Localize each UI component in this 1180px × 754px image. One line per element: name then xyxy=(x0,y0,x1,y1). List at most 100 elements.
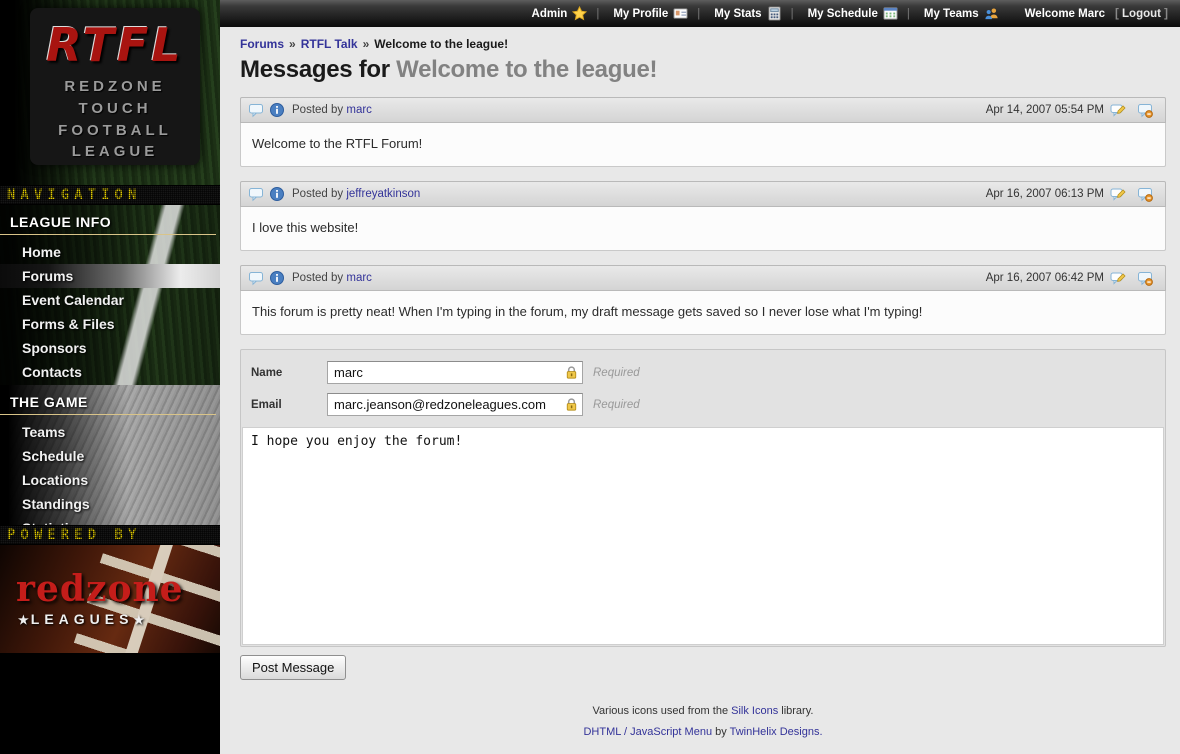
message-date: Apr 16, 2007 06:42 PM xyxy=(986,272,1104,284)
logo-acronym: RTFL xyxy=(30,22,200,68)
message-post: Posted by marc Apr 16, 2007 06:42 PM Thi… xyxy=(240,265,1166,335)
breadcrumb-link-rtfl-talk[interactable]: RTFL Talk xyxy=(301,37,358,51)
message-header: Posted by jeffreyatkinson Apr 16, 2007 0… xyxy=(240,181,1166,207)
league-logo: RTFL REDZONE TOUCH FOOTBALL LEAGUE xyxy=(30,8,200,165)
posted-by-label: Posted by xyxy=(292,272,343,284)
comment-edit-icon[interactable] xyxy=(1110,186,1126,202)
sidebar-item-forums[interactable]: Forums xyxy=(0,264,220,288)
group-icon xyxy=(984,6,999,21)
sidebar-section-the-game: THE GAME Teams Schedule Locations Standi… xyxy=(0,385,220,525)
message-date-group: Apr 16, 2007 06:42 PM xyxy=(986,270,1158,286)
message-post: Posted by jeffreyatkinson Apr 16, 2007 0… xyxy=(240,181,1166,251)
main-area: Admin My Profile My Stats My Schedule My… xyxy=(220,0,1180,754)
message-body: I love this website! xyxy=(240,207,1166,251)
comment-icon xyxy=(248,270,264,286)
footer-text: by xyxy=(712,726,730,738)
comment-delete-icon[interactable] xyxy=(1137,186,1153,202)
required-hint: Required xyxy=(593,367,640,379)
logo-line: LEAGUE xyxy=(30,141,200,163)
sidebar-item-standings[interactable]: Standings xyxy=(0,492,220,516)
page-title-prefix: Messages for xyxy=(240,56,396,83)
sidebar-item-home[interactable]: Home xyxy=(0,240,220,264)
comment-delete-icon[interactable] xyxy=(1137,102,1153,118)
required-hint: Required xyxy=(593,399,640,411)
breadcrumb-current: Welcome to the league! xyxy=(374,37,508,51)
sidebar-item-teams[interactable]: Teams xyxy=(0,420,220,444)
posted-by-label: Posted by xyxy=(292,188,343,200)
comment-delete-icon[interactable] xyxy=(1137,270,1153,286)
powered-by-logo-area: redzone ★LEAGUES★ xyxy=(0,545,220,653)
welcome-user-text: Welcome Marc xyxy=(1025,8,1105,20)
navigation-strip: NAVIGATION xyxy=(0,185,220,205)
sidebar-item-event-calendar[interactable]: Event Calendar xyxy=(0,288,220,312)
footer-text: Various icons used from the xyxy=(593,705,732,717)
page-title: Messages for Welcome to the league! xyxy=(240,56,1166,84)
topbar-item-admin[interactable]: Admin xyxy=(532,6,588,21)
posted-by: Posted by marc xyxy=(292,104,372,116)
sidebar-item-forms-files[interactable]: Forms & Files xyxy=(0,312,220,336)
info-icon xyxy=(269,102,285,118)
post-message-button[interactable]: Post Message xyxy=(240,655,346,680)
message-date: Apr 16, 2007 06:13 PM xyxy=(986,188,1104,200)
comment-edit-icon[interactable] xyxy=(1110,102,1126,118)
leagues-text: LEAGUES xyxy=(31,611,134,627)
redzone-leagues-logo: redzone xyxy=(16,571,184,607)
message-textarea[interactable]: I hope you enjoy the forum! xyxy=(242,427,1164,645)
sidebar-item-locations[interactable]: Locations xyxy=(0,468,220,492)
message-date-group: Apr 16, 2007 06:13 PM xyxy=(986,186,1158,202)
author-link[interactable]: marc xyxy=(346,272,372,284)
topbar-item-my-teams[interactable]: My Teams xyxy=(898,6,999,21)
star-icon xyxy=(572,6,587,21)
topbar: Admin My Profile My Stats My Schedule My… xyxy=(220,0,1180,27)
league-logo-area: RTFL REDZONE TOUCH FOOTBALL LEAGUE xyxy=(0,0,220,185)
message-header: Posted by marc Apr 16, 2007 06:42 PM xyxy=(240,265,1166,291)
message-body: Welcome to the RTFL Forum! xyxy=(240,123,1166,167)
redzone-leagues-sub: ★LEAGUES★ xyxy=(18,611,146,627)
my-stats-label: My Stats xyxy=(714,8,761,20)
posted-by: Posted by jeffreyatkinson xyxy=(292,188,420,200)
message-post: Posted by marc Apr 14, 2007 05:54 PM Wel… xyxy=(240,97,1166,167)
sidebar-item-schedule[interactable]: Schedule xyxy=(0,444,220,468)
posted-by-label: Posted by xyxy=(292,104,343,116)
author-link[interactable]: jeffreyatkinson xyxy=(346,188,420,200)
logo-line: FOOTBALL xyxy=(30,120,200,142)
sidebar-item-contacts[interactable]: Contacts xyxy=(0,360,220,384)
star-glyph: ★ xyxy=(18,613,31,627)
info-icon xyxy=(269,270,285,286)
silk-icons-link[interactable]: Silk Icons xyxy=(731,705,778,717)
name-label: Name xyxy=(251,367,327,379)
topbar-item-my-profile[interactable]: My Profile xyxy=(587,6,688,21)
posted-by: Posted by marc xyxy=(292,272,372,284)
comment-edit-icon[interactable] xyxy=(1110,270,1126,286)
my-profile-label: My Profile xyxy=(613,8,668,20)
email-label: Email xyxy=(251,399,327,411)
sidebar-item-sponsors[interactable]: Sponsors xyxy=(0,336,220,360)
message-header: Posted by marc Apr 14, 2007 05:54 PM xyxy=(240,97,1166,123)
author-link[interactable]: marc xyxy=(346,104,372,116)
email-input[interactable] xyxy=(327,393,583,416)
reply-form: Name Required Email Required I hop xyxy=(240,349,1166,647)
section-heading-the-game: THE GAME xyxy=(0,385,216,415)
my-teams-label: My Teams xyxy=(924,8,979,20)
twinhelix-link[interactable]: TwinHelix Designs. xyxy=(730,726,823,738)
sidebar-section-league-info: LEAGUE INFO Home Forums Event Calendar F… xyxy=(0,205,220,385)
name-input[interactable] xyxy=(327,361,583,384)
section-heading-league-info: LEAGUE INFO xyxy=(0,205,216,235)
dhtml-menu-link[interactable]: DHTML / JavaScript Menu xyxy=(583,726,712,738)
calendar-icon xyxy=(883,6,898,21)
calculator-icon xyxy=(767,6,782,21)
email-row: Email Required xyxy=(251,393,1155,416)
my-schedule-label: My Schedule xyxy=(808,8,878,20)
info-icon xyxy=(269,186,285,202)
lock-icon xyxy=(564,397,579,412)
breadcrumb-link-forums[interactable]: Forums xyxy=(240,37,284,51)
footer-credit-icons: Various icons used from the Silk Icons l… xyxy=(240,705,1166,717)
footer-text: library. xyxy=(778,705,813,717)
topbar-item-my-schedule[interactable]: My Schedule xyxy=(782,6,898,21)
comment-icon xyxy=(248,102,264,118)
topbar-item-my-stats[interactable]: My Stats xyxy=(688,6,781,21)
logout-link[interactable]: Logout xyxy=(1115,8,1168,20)
footer-credit-menu: DHTML / JavaScript Menu by TwinHelix Des… xyxy=(240,726,1166,738)
vcard-icon xyxy=(673,6,688,21)
logo-line: REDZONE xyxy=(30,76,200,98)
